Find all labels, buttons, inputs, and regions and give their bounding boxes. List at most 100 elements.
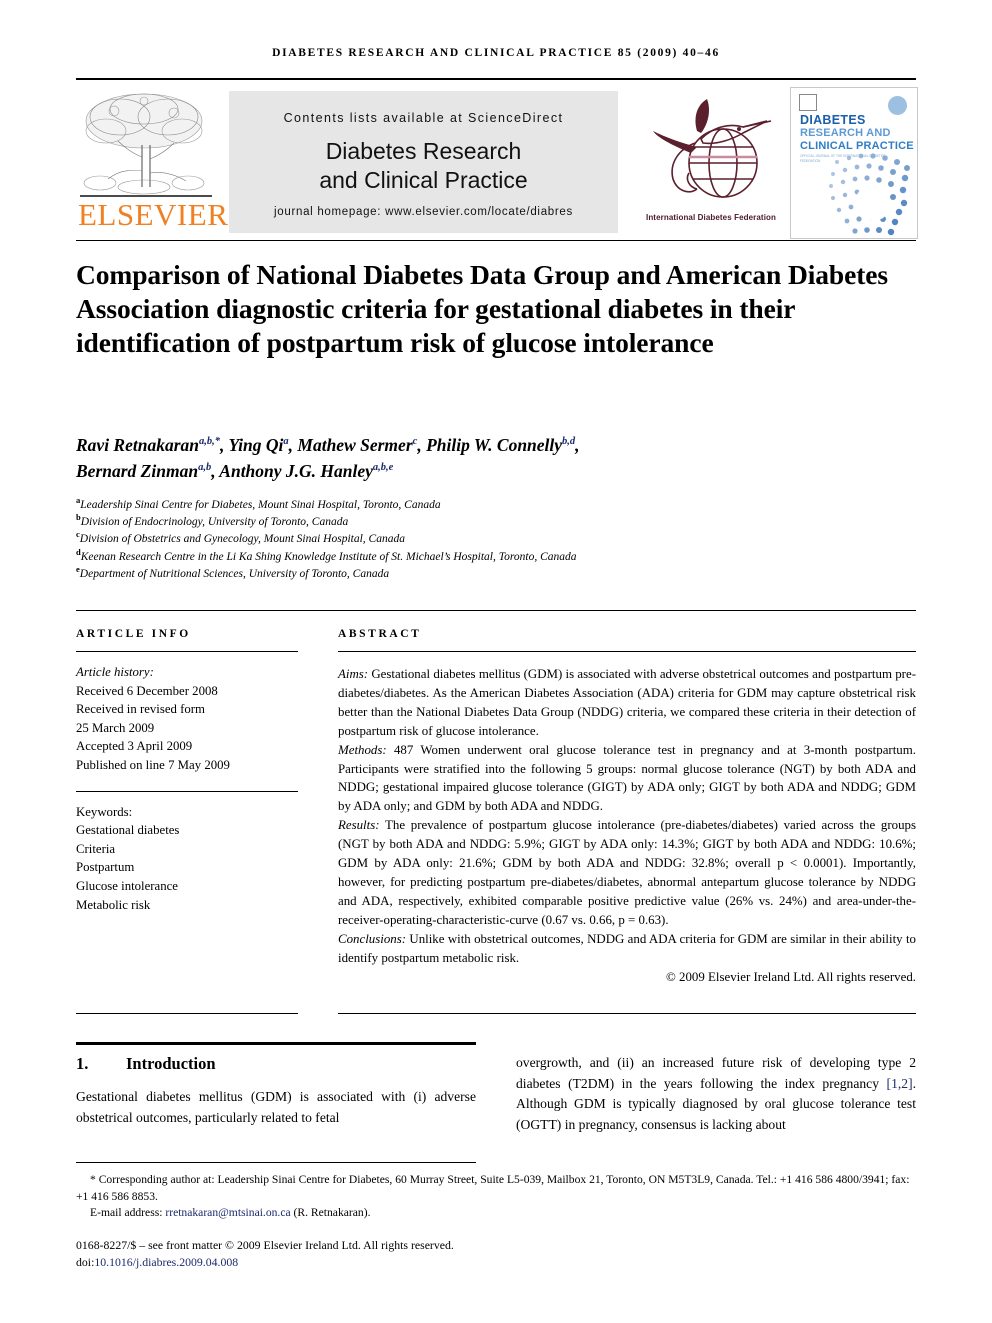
running-head: Diabetes Research and Clinical Practice …: [272, 47, 720, 59]
body-text-before-citation: overgrowth, and (ii) an increased future…: [516, 1055, 916, 1091]
journal-article-page: Diabetes Research and Clinical Practice …: [0, 0, 992, 1323]
affiliation-item: eDepartment of Nutritional Sciences, Uni…: [76, 565, 916, 583]
abstract-column: ABSTRACT Aims: Gestational diabetes mell…: [338, 628, 916, 985]
cover-center-hole: [855, 185, 891, 221]
journal-title-line-2: and Clinical Practice: [319, 167, 528, 193]
cover-title-line-2: RESEARCH AND: [800, 127, 891, 139]
introduction-top-rule: [76, 1042, 476, 1045]
journal-title-block: Diabetes Research and Clinical Practice: [229, 137, 618, 195]
cover-title-line-1: DIABETES: [800, 113, 866, 127]
header-rule: [76, 78, 916, 80]
article-info-column: ARTICLE INFO Article history: Received 6…: [76, 628, 298, 914]
email-note: E-mail address: rretnakaran@mtsinai.on.c…: [76, 1205, 921, 1222]
section-title: Introduction: [126, 1054, 216, 1073]
keywords-block: Keywords: Gestational diabetes Criteria …: [76, 803, 298, 915]
info-column-bottom-rule: [76, 1013, 298, 1014]
keyword-item: Glucose intolerance: [76, 878, 178, 893]
article-history-item: Received in revised form: [76, 702, 205, 717]
author-name: , Mathew Sermer: [288, 435, 413, 455]
abstract-divider: [338, 651, 916, 652]
journal-title-line-1: Diabetes Research: [325, 138, 522, 164]
abstract-methods-label: Methods:: [338, 742, 387, 757]
cover-accent-dot: [888, 96, 907, 115]
abstract-methods-text: 487 Women underwent oral glucose toleran…: [338, 742, 916, 814]
abstract-bottom-rule: [338, 1013, 916, 1014]
author-affiliation-marker: a,b,e: [372, 462, 394, 474]
abstract-copyright: © 2009 Elsevier Ireland Ltd. All rights …: [666, 969, 916, 984]
keyword-item: Metabolic risk: [76, 897, 151, 912]
sciencedirect-contents-line: Contents lists available at ScienceDirec…: [283, 111, 564, 125]
journal-homepage-link[interactable]: journal homepage: www.elsevier.com/locat…: [229, 206, 618, 218]
footnote-block: * Corresponding author at: Leadership Si…: [76, 1172, 921, 1222]
abstract-conclusions-text: Unlike with obstetrical outcomes, NDDG a…: [338, 931, 916, 965]
cover-subtitle: OFFICIAL JOURNAL OF THE INTERNATIONAL DI…: [800, 154, 886, 163]
abstract-conclusions-label: Conclusions:: [338, 931, 407, 946]
doi-line: doi:10.1016/j.diabres.2009.04.008: [76, 1254, 921, 1271]
author-affiliation-marker: a,b: [198, 462, 212, 474]
keywords-label: Keywords:: [76, 804, 133, 819]
abstract-body: Aims: Gestational diabetes mellitus (GDM…: [338, 665, 916, 968]
masthead-bottom-rule: [76, 240, 916, 241]
affiliation-item: cDivision of Obstetrics and Gynecology, …: [76, 530, 916, 548]
hummingbird-globe-icon: [653, 99, 772, 198]
sciencedirect-banner: Contents lists available at ScienceDirec…: [229, 91, 618, 233]
author-name: Bernard Zinman: [76, 461, 199, 481]
abstract-results-text: The prevalence of postpartum glucose int…: [338, 818, 916, 927]
article-info-heading: ARTICLE INFO: [76, 628, 191, 640]
author-name: , Anthony J.G. Hanley: [211, 461, 373, 481]
email-link[interactable]: rretnakaran@mtsinai.on.ca: [165, 1206, 290, 1219]
masthead: ELSEVIER Contents lists available at Sci…: [76, 85, 918, 239]
article-history-label: Article history:: [76, 665, 154, 679]
section-heading-introduction: 1. Introduction: [76, 1054, 476, 1074]
article-history-item: Accepted 3 April 2009: [76, 739, 193, 754]
affiliation-text: Leadership Sinai Centre for Diabetes, Mo…: [80, 499, 441, 511]
author-affiliation-marker: b,d: [562, 436, 576, 448]
affiliation-item: dKeenan Research Centre in the Li Ka Shi…: [76, 548, 916, 566]
elsevier-logo: ELSEVIER: [76, 85, 229, 237]
body-column-left: Gestational diabetes mellitus (GDM) is a…: [76, 1089, 476, 1125]
abstract-aims-text: Gestational diabetes mellitus (GDM) is a…: [338, 667, 916, 738]
body-column-right: overgrowth, and (ii) an increased future…: [516, 1053, 916, 1135]
citation-link[interactable]: [1,2]: [887, 1076, 913, 1091]
article-info-divider: [76, 651, 298, 652]
elsevier-wordmark: ELSEVIER: [78, 197, 229, 232]
cover-publisher-mark: [799, 94, 817, 111]
email-suffix: (R. Retnakaran).: [290, 1206, 371, 1219]
abstract-aims-label: Aims:: [338, 667, 369, 681]
abstract-results-label: Results:: [338, 818, 380, 833]
keyword-item: Postpartum: [76, 860, 135, 875]
doi-link[interactable]: 10.1016/j.diabres.2009.04.008: [94, 1255, 238, 1269]
affiliation-list: aLeadership Sinai Centre for Diabetes, M…: [76, 496, 916, 583]
affiliation-text: Keenan Research Centre in the Li Ka Shin…: [80, 550, 577, 563]
footnote-rule: [76, 1162, 476, 1163]
corresponding-author-note: * Corresponding author at: Leadership Si…: [76, 1173, 910, 1203]
footer-metadata: 0168-8227/$ – see front matter © 2009 El…: [76, 1237, 921, 1271]
keywords-divider: [76, 790, 298, 792]
elsevier-tree-icon: [83, 93, 205, 195]
doi-label: doi:: [76, 1255, 95, 1269]
email-label: E-mail address:: [90, 1206, 166, 1219]
affiliation-text: Division of Obstetrics and Gynecology, M…: [79, 533, 405, 546]
journal-cover-image: DIABETES RESEARCH AND CLINICAL PRACTICE …: [790, 87, 918, 239]
keyword-item: Gestational diabetes: [76, 823, 180, 838]
info-section-top-rule: [76, 610, 916, 611]
affiliation-text: Department of Nutritional Sciences, Univ…: [79, 567, 390, 580]
idf-caption: International Diabetes Federation: [646, 213, 776, 222]
article-title: Comparison of National Diabetes Data Gro…: [76, 259, 888, 358]
article-history-item: Published on line 7 May 2009: [76, 757, 230, 772]
keyword-item: Criteria: [76, 841, 116, 856]
author-affiliation-marker: a,b,*: [199, 436, 221, 448]
article-history-item: 25 March 2009: [76, 720, 155, 735]
idf-logo: International Diabetes Federation: [631, 91, 791, 233]
section-number: 1.: [76, 1054, 89, 1073]
issn-line: 0168-8227/$ – see front matter © 2009 El…: [76, 1238, 454, 1252]
author-name: Ravi Retnakaran: [76, 435, 200, 455]
abstract-heading: ABSTRACT: [338, 628, 422, 640]
author-list: Ravi Retnakarana,b,*, Ying Qia, Mathew S…: [76, 432, 906, 484]
affiliation-item: aLeadership Sinai Centre for Diabetes, M…: [76, 496, 916, 514]
cover-title-line-3: CLINICAL PRACTICE: [800, 140, 914, 152]
affiliation-text: Division of Endocrinology, University of…: [80, 516, 349, 529]
affiliation-item: bDivision of Endocrinology, University o…: [76, 513, 916, 531]
article-history-block: Article history: Received 6 December 200…: [76, 663, 298, 775]
author-separator: ,: [575, 435, 580, 455]
